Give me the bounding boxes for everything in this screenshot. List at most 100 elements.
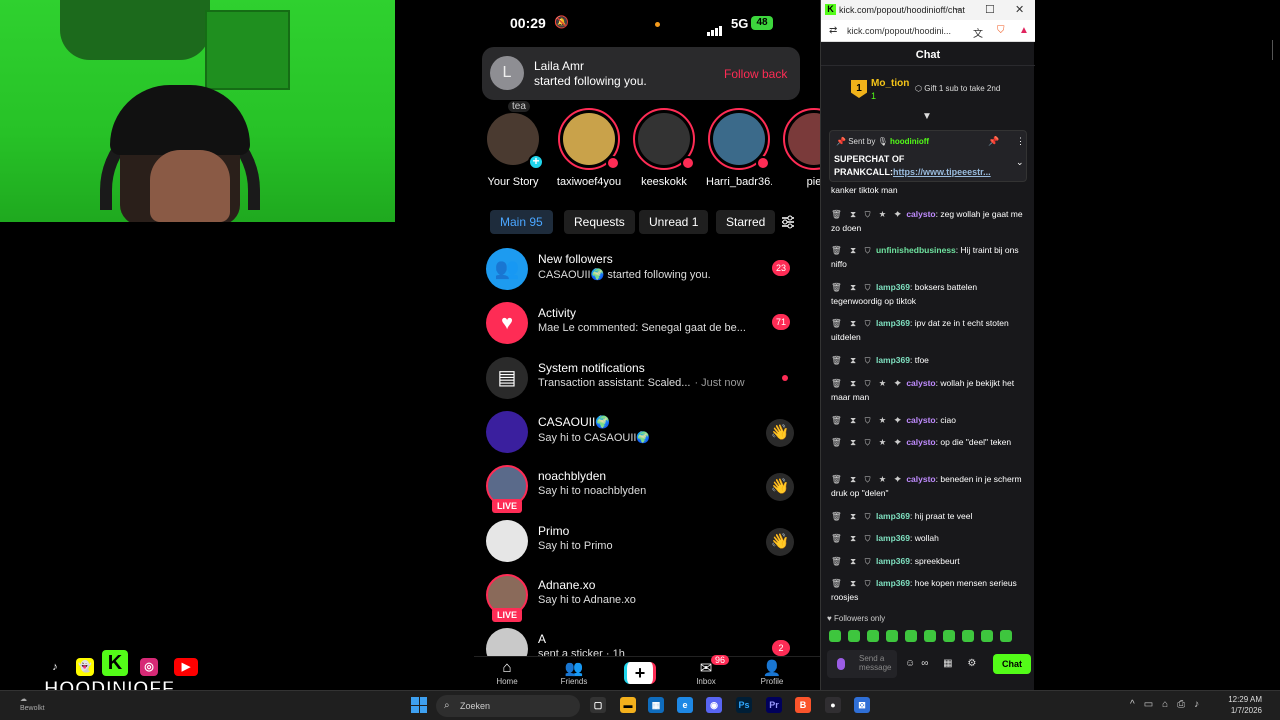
store-icon[interactable]: ▦: [648, 697, 664, 713]
chat-message-input[interactable]: Send a message: [827, 650, 897, 678]
chat-username[interactable]: lamp369: [876, 318, 910, 328]
taskbar-clock[interactable]: 12:29 AM 1/7/2026: [1222, 694, 1262, 716]
emote-icon[interactable]: [962, 630, 974, 642]
moderation-icons[interactable]: 🗑 ⧗ ⛉ ★ ✦: [831, 437, 904, 447]
premiere-icon[interactable]: Pr: [766, 697, 782, 713]
moderation-icons[interactable]: 🗑 ⧗ ⛉: [831, 282, 874, 292]
system-tray[interactable]: ^▭⌂⎙♪: [1130, 699, 1208, 710]
chat-tool-icons[interactable]: ☺∞ ▦ ⚙: [905, 658, 982, 669]
brave-icon[interactable]: B: [795, 697, 811, 713]
nav-profile[interactable]: 👤 Profile: [742, 659, 802, 686]
emote-icon[interactable]: [981, 630, 993, 642]
chat-username[interactable]: calysto: [906, 209, 935, 219]
conversation-row[interactable]: 👥 New followers CASAOUII🌍 started followin…: [484, 246, 794, 294]
emote-icon[interactable]: [905, 630, 917, 642]
chat-username[interactable]: calysto: [906, 378, 935, 388]
chat-username[interactable]: lamp369: [876, 282, 910, 292]
story-item[interactable]: taxiwoef4you: [556, 108, 622, 188]
moderation-icons[interactable]: 🗑 ⧗ ⛉ ★ ✦: [831, 209, 904, 219]
create-button[interactable]: +: [624, 662, 656, 684]
pinned-user[interactable]: hoodinioff: [890, 137, 929, 146]
chat-username[interactable]: lamp369: [876, 556, 910, 566]
conversation-row[interactable]: LIVE Adnane.xo Say hi to Adnane.xo: [484, 572, 794, 622]
moderation-icons[interactable]: 🗑 ⧗ ⛉: [831, 533, 874, 543]
moderation-icons[interactable]: 🗑 ⧗ ⛉: [831, 578, 874, 588]
obs-icon[interactable]: ●: [825, 697, 841, 713]
file-explorer-icon[interactable]: ▬: [620, 697, 636, 713]
moderation-icons[interactable]: 🗑 ⧗ ⛉: [831, 511, 874, 521]
pinned-link[interactable]: https://www.tipeeestr...: [893, 167, 991, 177]
story-item[interactable]: keeskokk: [631, 108, 697, 188]
story-item[interactable]: + Your Story: [480, 108, 546, 188]
emote-icon[interactable]: [1000, 630, 1012, 642]
nav-inbox[interactable]: ✉ Inbox 96: [676, 655, 736, 686]
chat-username[interactable]: calysto: [906, 437, 935, 447]
chat-username[interactable]: calysto: [906, 474, 935, 484]
emote-icon[interactable]: [829, 630, 841, 642]
moderation-icons[interactable]: 🗑 ⧗ ⛉: [831, 355, 874, 365]
tab-unread[interactable]: Unread 1: [639, 210, 709, 234]
emote-icon[interactable]: [867, 630, 879, 642]
brave-shield-icon[interactable]: ⛉: [997, 25, 1005, 36]
conversation-row[interactable]: LIVE noachblyden Say hi to noachblyden 👋: [484, 463, 794, 513]
pin-icon[interactable]: 📌: [988, 136, 999, 147]
chat-username[interactable]: calysto: [906, 415, 935, 425]
taskbar-search[interactable]: ⌕ Zoeken: [436, 695, 580, 717]
chat-username[interactable]: lamp369: [876, 511, 910, 521]
wave-button[interactable]: 👋: [766, 419, 794, 447]
emote-icon[interactable]: [943, 630, 955, 642]
preview-text: CASAOUII🌍 started following you.: [538, 269, 711, 281]
translate-icon[interactable]: 文: [973, 25, 983, 40]
minimize-icon[interactable]: –: [955, 3, 961, 15]
start-button[interactable]: [411, 697, 427, 713]
gifter-name[interactable]: Mo_tion: [871, 78, 909, 89]
conversation-row[interactable]: CASAOUII🌍 Say hi to CASAOUII🌍 👋: [484, 409, 794, 457]
moderation-icons[interactable]: 🗑 ⧗ ⛉ ★ ✦: [831, 378, 904, 388]
weather-widget[interactable]: ☁ Bewolkt: [20, 695, 45, 713]
address-bar[interactable]: ⇄ kick.com/popout/hoodini... 文 ⛉ ▲: [821, 20, 1035, 42]
nav-home[interactable]: ⌂ Home: [477, 659, 537, 686]
nav-friends[interactable]: 👥 Friends: [544, 659, 604, 686]
wave-button[interactable]: 👋: [766, 528, 794, 556]
chat-username[interactable]: unfinishedbusiness: [876, 245, 956, 255]
maximize-icon[interactable]: ☐: [985, 3, 995, 16]
chat-username[interactable]: lamp369: [876, 533, 910, 543]
discord-icon[interactable]: ◉: [706, 697, 722, 713]
wave-button[interactable]: 👋: [766, 473, 794, 501]
followers-only-label: Followers only: [833, 614, 886, 623]
conversation-row[interactable]: ▤ System notifications Transaction assista…: [484, 355, 794, 403]
follow-back-button[interactable]: Follow back: [724, 67, 787, 81]
moderation-icons[interactable]: 🗑 ⧗ ⛉: [831, 318, 874, 328]
filter-icon[interactable]: [780, 214, 796, 230]
emote-icon[interactable]: [924, 630, 936, 642]
tab-starred[interactable]: Starred: [716, 210, 776, 234]
gift-sub-prompt[interactable]: ⬡ Gift 1 sub to take 2nd: [915, 84, 1000, 93]
moderation-icons[interactable]: 🗑 ⧗ ⛉: [831, 556, 874, 566]
edge-icon[interactable]: e: [677, 697, 693, 713]
chat-username[interactable]: lamp369: [876, 578, 910, 588]
moderation-icons[interactable]: 🗑 ⧗ ⛉ ★ ✦: [831, 474, 904, 484]
collapse-arrow-icon[interactable]: ▼: [922, 111, 932, 122]
chat-username[interactable]: lamp369: [876, 355, 910, 365]
emote-icon[interactable]: [848, 630, 860, 642]
mic-icon[interactable]: [837, 658, 845, 670]
chevron-down-icon[interactable]: ⌄: [1016, 157, 1024, 168]
emote-icon[interactable]: [886, 630, 898, 642]
photoshop-icon[interactable]: Ps: [736, 697, 752, 713]
task-view-icon[interactable]: ▢: [590, 697, 606, 713]
story-item[interactable]: Harri_badr36...: [706, 108, 772, 188]
send-chat-button[interactable]: Chat: [993, 654, 1031, 674]
tab-requests[interactable]: Requests: [564, 210, 635, 234]
story-item[interactable]: pie: [781, 108, 820, 188]
conversation-row[interactable]: ♥ Activity Mae Le commented: Senegal gaat …: [484, 300, 794, 348]
more-options-icon[interactable]: ⋮: [1016, 136, 1025, 147]
tab-main[interactable]: Main 95: [490, 210, 553, 234]
moderation-icons[interactable]: 🗑 ⧗ ⛉: [831, 245, 874, 255]
site-info-icon[interactable]: ⇄: [829, 25, 837, 36]
conversation-row[interactable]: Primo Say hi to Primo 👋: [484, 518, 794, 566]
rewards-icon[interactable]: ▲: [1019, 25, 1029, 36]
close-icon[interactable]: ✕: [1015, 3, 1024, 16]
follow-notification[interactable]: L Laila Amr started following you. Follo…: [482, 47, 800, 100]
moderation-icons[interactable]: 🗑 ⧗ ⛉ ★ ✦: [831, 415, 904, 425]
app-icon[interactable]: ⊠: [854, 697, 870, 713]
